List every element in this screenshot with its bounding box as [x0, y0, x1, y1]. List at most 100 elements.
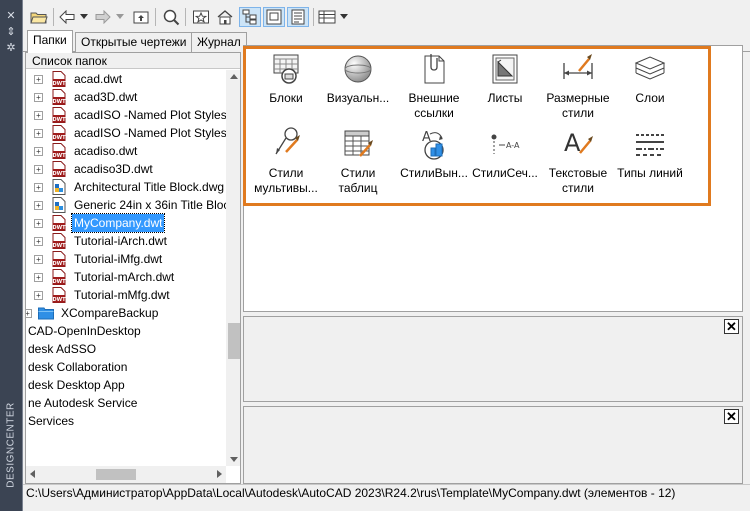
scroll-left-arrow-icon[interactable] [30, 470, 35, 478]
content-item[interactable]: Стили таблиц [321, 126, 395, 196]
tree-row-label: desk Collaboration [28, 360, 128, 374]
search-icon[interactable] [161, 7, 181, 27]
scroll-right-arrow-icon[interactable] [217, 470, 222, 478]
scroll-thumb[interactable] [228, 323, 240, 359]
content-item[interactable]: Стили мультивы... [249, 126, 323, 196]
scroll-thumb[interactable] [96, 469, 136, 480]
content-item[interactable]: Визуальн... [321, 51, 395, 106]
content-item-label: СтилиСеч... [472, 166, 538, 180]
palette-side-strip: ✕ ⇕ ✲ DESIGNCENTER [0, 0, 22, 511]
content-item[interactable]: Слои [613, 51, 687, 106]
folder-list-header: Список папок [26, 53, 240, 69]
svg-text:DWT: DWT [52, 225, 66, 231]
tree-vertical-scrollbar[interactable] [226, 70, 240, 466]
tree-row-label: Tutorial-mMfg.dwt [74, 288, 170, 302]
content-item[interactable]: Типы линий [613, 126, 687, 181]
auto-hide-icon[interactable]: ⇕ [5, 26, 17, 38]
expand-toggle-icon[interactable]: + [34, 129, 43, 138]
tree-row-label: ne Autodesk Service [28, 396, 138, 410]
load-folder-icon[interactable] [29, 7, 49, 27]
tree-row-label: desk AdSSO [28, 342, 97, 356]
linetypes-icon [632, 126, 668, 162]
xref-icon [416, 51, 452, 87]
content-item[interactable]: A-A СтилиСеч... [468, 126, 542, 181]
tree-row-label: Architectural Title Block.dwg [74, 180, 225, 194]
expand-toggle-icon[interactable]: + [26, 309, 32, 318]
description-pane: ✕ [243, 406, 743, 484]
tab-folders[interactable]: Папки [27, 30, 73, 53]
tree-view-toggle-icon[interactable] [239, 7, 261, 27]
dwt-file-icon: DWT [51, 269, 67, 285]
tab-open-drawings[interactable]: Открытые чертежи [75, 32, 193, 52]
status-bar: C:\Users\Администратор\AppData\Local\Aut… [23, 484, 750, 502]
content-item[interactable]: A Текстовые стили [541, 126, 615, 196]
content-item[interactable]: Листы [468, 51, 542, 106]
views-icon[interactable] [317, 7, 337, 27]
svg-text:DWT: DWT [52, 243, 66, 249]
section-styles-icon: A-A [487, 126, 523, 162]
content-item[interactable]: Размерные стили [541, 51, 615, 121]
tree-row-label: XCompareBackup [61, 306, 159, 320]
expand-toggle-icon[interactable]: + [34, 75, 43, 84]
expand-toggle-icon[interactable]: + [34, 183, 43, 192]
tree-row-label: CAD-OpenInDesktop [28, 324, 141, 338]
folder-icon [38, 305, 54, 321]
back-arrow-icon[interactable] [57, 7, 77, 27]
expand-toggle-icon[interactable]: + [34, 147, 43, 156]
scroll-up-arrow-icon[interactable] [230, 74, 238, 79]
svg-text:DWT: DWT [52, 135, 66, 141]
tree-row-label: Tutorial-iArch.dwt [74, 234, 167, 248]
expand-toggle-icon[interactable]: + [34, 237, 43, 246]
tree-row-label: acadISO -Named Plot Styles3 [74, 126, 234, 140]
close-preview-button[interactable]: ✕ [724, 319, 739, 334]
tree-row-label: acadISO -Named Plot Styles. [74, 108, 231, 122]
expand-toggle-icon[interactable]: + [34, 201, 43, 210]
dwt-file-icon: DWT [51, 71, 67, 87]
dimension-styles-icon [560, 51, 596, 87]
tree-row-label: acad.dwt [74, 72, 123, 86]
expand-toggle-icon[interactable]: + [34, 165, 43, 174]
content-item-label: Стили мультивы... [254, 166, 318, 195]
expand-toggle-icon[interactable]: + [34, 273, 43, 282]
content-item-label: Стили таблиц [338, 166, 378, 195]
dwt-file-icon: DWT [51, 143, 67, 159]
dwt-file-icon: DWT [51, 125, 67, 141]
expand-toggle-icon[interactable]: + [34, 93, 43, 102]
svg-text:DWT: DWT [52, 153, 66, 159]
content-item[interactable]: A СтилиВын... [397, 126, 471, 181]
content-item-label: Размерные стили [546, 91, 610, 120]
views-dropdown-icon[interactable] [339, 7, 349, 27]
content-item-label: Блоки [269, 91, 303, 105]
expand-toggle-icon[interactable]: + [34, 291, 43, 300]
content-item[interactable]: Блоки [249, 51, 323, 106]
up-folder-icon[interactable] [131, 7, 151, 27]
expand-toggle-icon[interactable]: + [34, 255, 43, 264]
forward-dropdown-icon[interactable] [115, 7, 125, 27]
close-description-button[interactable]: ✕ [724, 409, 739, 424]
preview-toggle-icon[interactable] [263, 7, 285, 27]
palette-title: DESIGNCENTER [5, 402, 17, 488]
svg-text:A: A [564, 129, 581, 157]
tab-history[interactable]: Журнал [191, 32, 247, 52]
properties-gear-icon[interactable]: ✲ [5, 42, 17, 54]
svg-text:DWT: DWT [52, 279, 66, 285]
expand-toggle-icon[interactable]: + [34, 219, 43, 228]
content-item-label: Типы линий [617, 166, 683, 180]
preview-pane: ✕ [243, 316, 743, 402]
home-icon[interactable] [215, 7, 235, 27]
svg-text:DWT: DWT [52, 81, 66, 87]
blocks-icon [268, 51, 304, 87]
expand-toggle-icon[interactable]: + [34, 111, 43, 120]
table-styles-icon [340, 126, 376, 162]
toolbar [23, 0, 750, 32]
back-dropdown-icon[interactable] [79, 7, 89, 27]
dwt-file-icon: DWT [51, 251, 67, 267]
forward-arrow-icon[interactable] [93, 7, 113, 27]
tree-row-label: Tutorial-iMfg.dwt [74, 252, 163, 266]
favorites-icon[interactable] [191, 7, 211, 27]
close-palette-icon[interactable]: ✕ [5, 10, 17, 22]
content-item[interactable]: Внешние ссылки [397, 51, 471, 121]
description-toggle-icon[interactable] [287, 7, 309, 27]
tree-horizontal-scrollbar[interactable] [26, 466, 226, 483]
scroll-down-arrow-icon[interactable] [230, 457, 238, 462]
